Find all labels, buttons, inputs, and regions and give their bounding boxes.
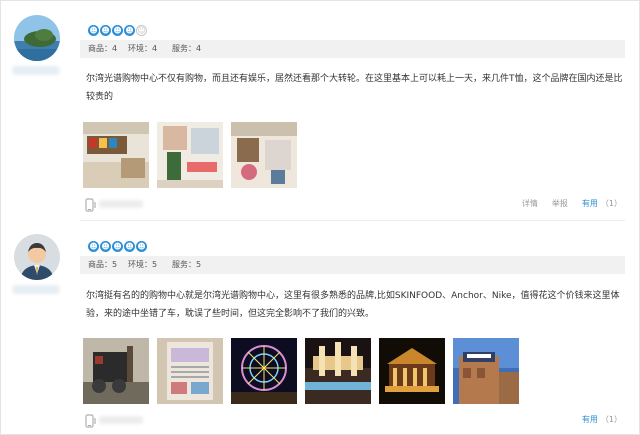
score-bar: 商品：5 环境：5 服务：5 bbox=[80, 256, 625, 274]
score-service: 服务：4 bbox=[172, 44, 202, 53]
star-icon: ☻ bbox=[100, 25, 111, 36]
useful-count: （1） bbox=[600, 199, 622, 208]
review-photo[interactable] bbox=[379, 338, 445, 404]
star-icon: ☻ bbox=[136, 241, 147, 252]
useful-label: 有用 bbox=[581, 199, 598, 208]
review-actions: 有用 （1） bbox=[582, 414, 622, 426]
review-photo[interactable] bbox=[157, 338, 223, 404]
star-icon: ☻ bbox=[88, 241, 99, 252]
phone-icon bbox=[83, 197, 97, 212]
score-service: 服务：5 bbox=[172, 260, 202, 269]
phone-icon bbox=[83, 413, 97, 428]
review-photo[interactable] bbox=[305, 338, 371, 404]
review-date bbox=[99, 200, 143, 208]
useful-count: （1） bbox=[600, 415, 622, 424]
review-text: 尔湾挺有名的的购物中心就是尔湾光谱购物中心，这里有很多熟悉的品牌,比如SKINF… bbox=[86, 291, 620, 319]
review-photo[interactable] bbox=[83, 122, 149, 188]
score-bar: 商品：4 环境：4 服务：4 bbox=[80, 40, 625, 58]
username[interactable] bbox=[12, 285, 60, 294]
review-photo[interactable] bbox=[83, 338, 149, 404]
detail-link[interactable]: 详情 bbox=[522, 198, 538, 210]
useful-label: 有用 bbox=[581, 415, 598, 424]
report-link[interactable]: 举报 bbox=[552, 198, 568, 210]
rating-stars: ☻ ☻ ☻ ☻ ☺ bbox=[88, 25, 147, 37]
star-empty-icon: ☺ bbox=[136, 25, 147, 36]
useful-button[interactable]: 有用 （1） bbox=[582, 198, 622, 210]
score-product: 商品：4 bbox=[88, 44, 118, 53]
review-photo[interactable] bbox=[231, 122, 297, 188]
username[interactable] bbox=[12, 66, 60, 75]
review-actions: 详情 举报 有用 （1） bbox=[522, 198, 622, 210]
star-icon: ☻ bbox=[112, 241, 123, 252]
score-environment: 环境：5 bbox=[128, 260, 158, 269]
review-photos bbox=[83, 338, 519, 404]
rating-stars: ☻ ☻ ☻ ☻ ☻ bbox=[88, 241, 147, 253]
score-product: 商品：5 bbox=[88, 260, 118, 269]
useful-button[interactable]: 有用 （1） bbox=[582, 414, 622, 426]
review-photo[interactable] bbox=[157, 122, 223, 188]
star-icon: ☻ bbox=[100, 241, 111, 252]
review-text: 尔湾光谱购物中心不仅有购物，而且还有娱乐，居然还看那个大转轮。在这里基本上可以耗… bbox=[86, 74, 623, 102]
divider bbox=[80, 220, 625, 221]
review-photos bbox=[83, 122, 297, 188]
review-photo[interactable] bbox=[231, 338, 297, 404]
star-icon: ☻ bbox=[112, 25, 123, 36]
review-photo[interactable] bbox=[453, 338, 519, 404]
review-date bbox=[99, 416, 143, 424]
avatar[interactable] bbox=[14, 15, 60, 61]
star-icon: ☻ bbox=[124, 241, 135, 252]
star-icon: ☻ bbox=[124, 25, 135, 36]
avatar[interactable] bbox=[14, 234, 60, 280]
score-environment: 环境：4 bbox=[128, 44, 158, 53]
star-icon: ☻ bbox=[88, 25, 99, 36]
